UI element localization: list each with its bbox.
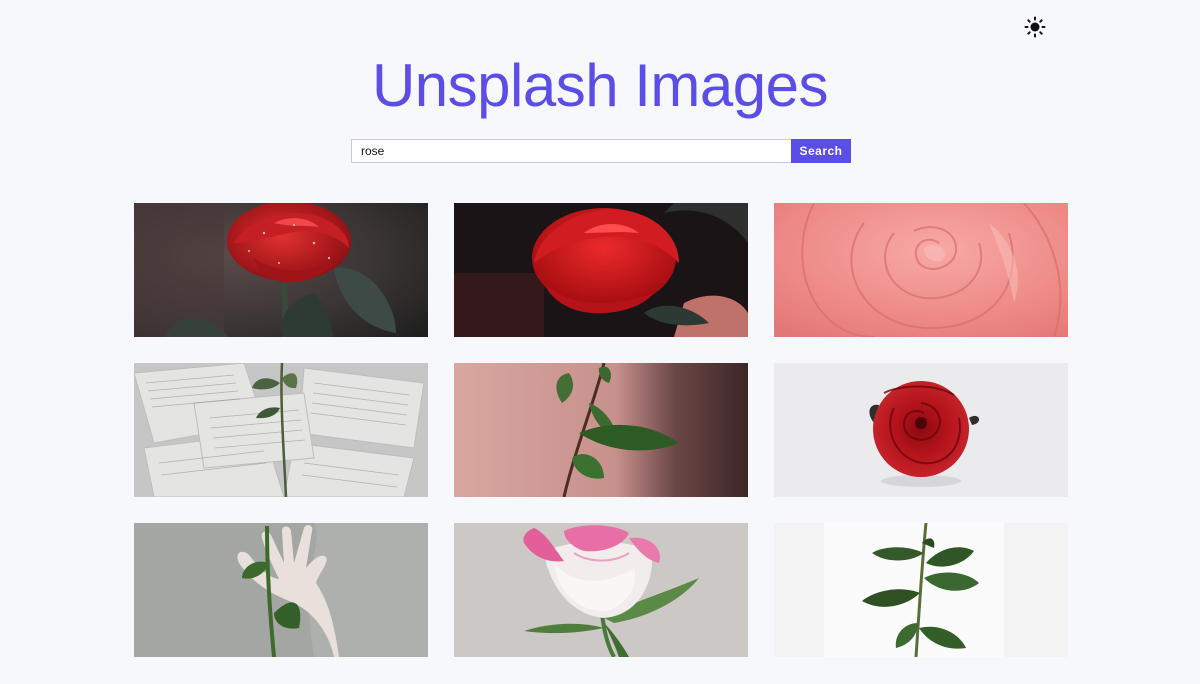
rose-image: [454, 363, 748, 497]
rose-image: [134, 203, 428, 337]
image-card[interactable]: [134, 203, 428, 337]
search-form: Search: [351, 139, 851, 163]
image-card[interactable]: [134, 523, 428, 657]
rose-image: [454, 203, 748, 337]
image-card[interactable]: [774, 363, 1068, 497]
image-card[interactable]: [454, 363, 748, 497]
image-card[interactable]: [774, 203, 1068, 337]
rose-image: [774, 203, 1068, 337]
search-button[interactable]: Search: [791, 139, 851, 163]
page-title: Unsplash Images: [371, 52, 829, 119]
image-card[interactable]: [454, 203, 748, 337]
rose-image: [774, 363, 1068, 497]
image-grid: [134, 203, 1068, 657]
search-input[interactable]: [351, 139, 791, 163]
image-card[interactable]: [774, 523, 1068, 657]
sun-icon: [1024, 16, 1046, 38]
rose-image: [134, 523, 428, 657]
page: Unsplash Images Search: [0, 0, 1200, 684]
image-card[interactable]: [134, 363, 428, 497]
rose-image: [134, 363, 428, 497]
image-card[interactable]: [454, 523, 748, 657]
rose-image: [454, 523, 748, 657]
theme-toggle-button[interactable]: [1022, 14, 1048, 40]
rose-image: [774, 523, 1068, 657]
